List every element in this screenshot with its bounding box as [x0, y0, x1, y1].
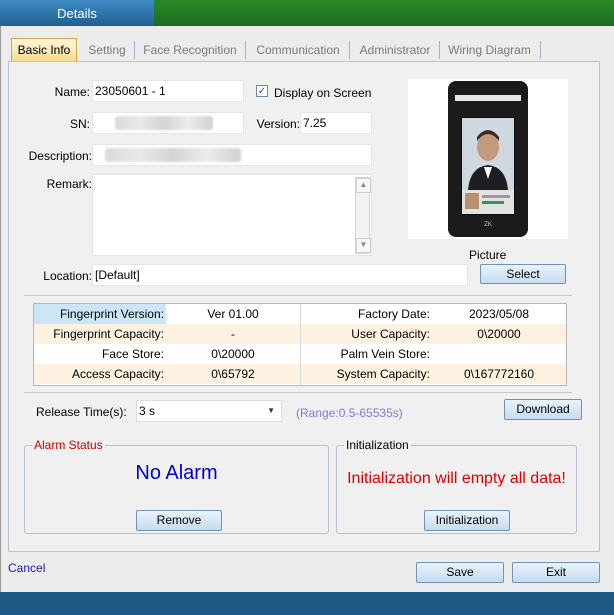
sn-redacted	[115, 116, 213, 130]
initialization-legend: Initialization	[344, 438, 411, 452]
tab-separator	[134, 41, 135, 59]
release-time-select[interactable]: 3 s ▼	[136, 400, 282, 422]
fingerprint-version-value: Ver 01.00	[207, 307, 259, 321]
version-field[interactable]: 7.25	[300, 112, 372, 134]
chevron-down-icon[interactable]: ▼	[267, 401, 275, 421]
remark-label: Remark:	[46, 177, 92, 191]
display-on-screen-checkbox[interactable]: ✓	[256, 85, 268, 97]
tab-wiring-diagram[interactable]: Wiring Diagram	[442, 38, 537, 62]
device-image: ZK	[448, 81, 528, 237]
select-button[interactable]: Select	[480, 264, 566, 284]
name-field[interactable]: 23050601 - 1	[92, 80, 244, 102]
face-store-value: 0\20000	[211, 347, 255, 361]
location-label: Location:	[43, 269, 92, 283]
tab-administrator[interactable]: Administrator	[353, 38, 437, 62]
remark-scrollbar[interactable]: ▲ ▼	[355, 177, 371, 254]
palm-vein-store-value	[432, 344, 566, 364]
description-field[interactable]	[92, 144, 372, 166]
picture-label: Picture	[469, 248, 507, 262]
device-picture: ZK	[408, 79, 568, 239]
tab-basic-info[interactable]: Basic Info	[11, 38, 77, 62]
cancel-link[interactable]: Cancel	[8, 561, 45, 575]
scroll-up-icon[interactable]: ▲	[356, 178, 371, 193]
name-label: Name:	[54, 85, 90, 99]
system-capacity-value: 0\167772160	[463, 367, 535, 381]
system-capacity-label: System Capacity:	[336, 367, 430, 381]
description-redacted	[105, 148, 241, 162]
tab-communication[interactable]: Communication	[249, 38, 347, 62]
tab-separator	[245, 41, 246, 59]
section-divider	[24, 295, 572, 296]
tab-separator	[439, 41, 440, 59]
tab-separator	[540, 41, 541, 59]
save-button[interactable]: Save	[416, 562, 504, 583]
release-time-value: 3 s	[139, 404, 156, 418]
fingerprint-capacity-value: -	[231, 327, 235, 341]
device-info-table: Fingerprint Version: Ver 01.00 Factory D…	[33, 303, 567, 386]
download-button[interactable]: Download	[504, 399, 582, 420]
section-divider	[24, 392, 572, 393]
tab-face-recognition[interactable]: Face Recognition	[137, 38, 243, 62]
factory-date-value: 2023/05/08	[468, 307, 530, 321]
access-capacity-value: 0\65792	[211, 367, 255, 381]
factory-date-label: Factory Date:	[357, 307, 430, 321]
tab-setting[interactable]: Setting	[82, 38, 132, 62]
access-capacity-label: Access Capacity:	[71, 367, 164, 381]
alarm-status-text: No Alarm	[135, 462, 218, 484]
location-field[interactable]: [Default]	[92, 264, 468, 286]
description-label: Description:	[28, 149, 92, 163]
user-capacity-value: 0\20000	[477, 327, 521, 341]
remove-button[interactable]: Remove	[136, 510, 222, 531]
remark-textarea[interactable]	[92, 174, 372, 256]
sn-field[interactable]	[92, 112, 244, 134]
initialization-warning: Initialization will empty all data!	[347, 470, 566, 487]
palm-vein-store-label: Palm Vein Store:	[340, 347, 430, 361]
initialization-button[interactable]: Initialization	[424, 510, 510, 531]
tab-separator	[349, 41, 350, 59]
fingerprint-capacity-label: Fingerprint Capacity:	[53, 327, 164, 341]
release-time-label: Release Time(s):	[36, 405, 127, 419]
svg-text:ZK: ZK	[484, 222, 492, 228]
scroll-down-icon[interactable]: ▼	[356, 238, 371, 253]
bottom-bar	[0, 592, 614, 615]
exit-button[interactable]: Exit	[512, 562, 600, 583]
display-on-screen-label: Display on Screen	[274, 86, 372, 100]
face-store-label: Face Store:	[101, 347, 164, 361]
sn-label: SN:	[69, 117, 90, 131]
window-title: Details	[0, 0, 154, 26]
fingerprint-version-label: Fingerprint Version:	[34, 304, 166, 324]
alarm-status-legend: Alarm Status	[32, 438, 105, 452]
user-capacity-label: User Capacity:	[351, 327, 430, 341]
version-label: Version:	[256, 117, 300, 131]
table-divider	[300, 304, 301, 385]
release-range-hint: (Range:0.5-65535s)	[296, 406, 403, 420]
